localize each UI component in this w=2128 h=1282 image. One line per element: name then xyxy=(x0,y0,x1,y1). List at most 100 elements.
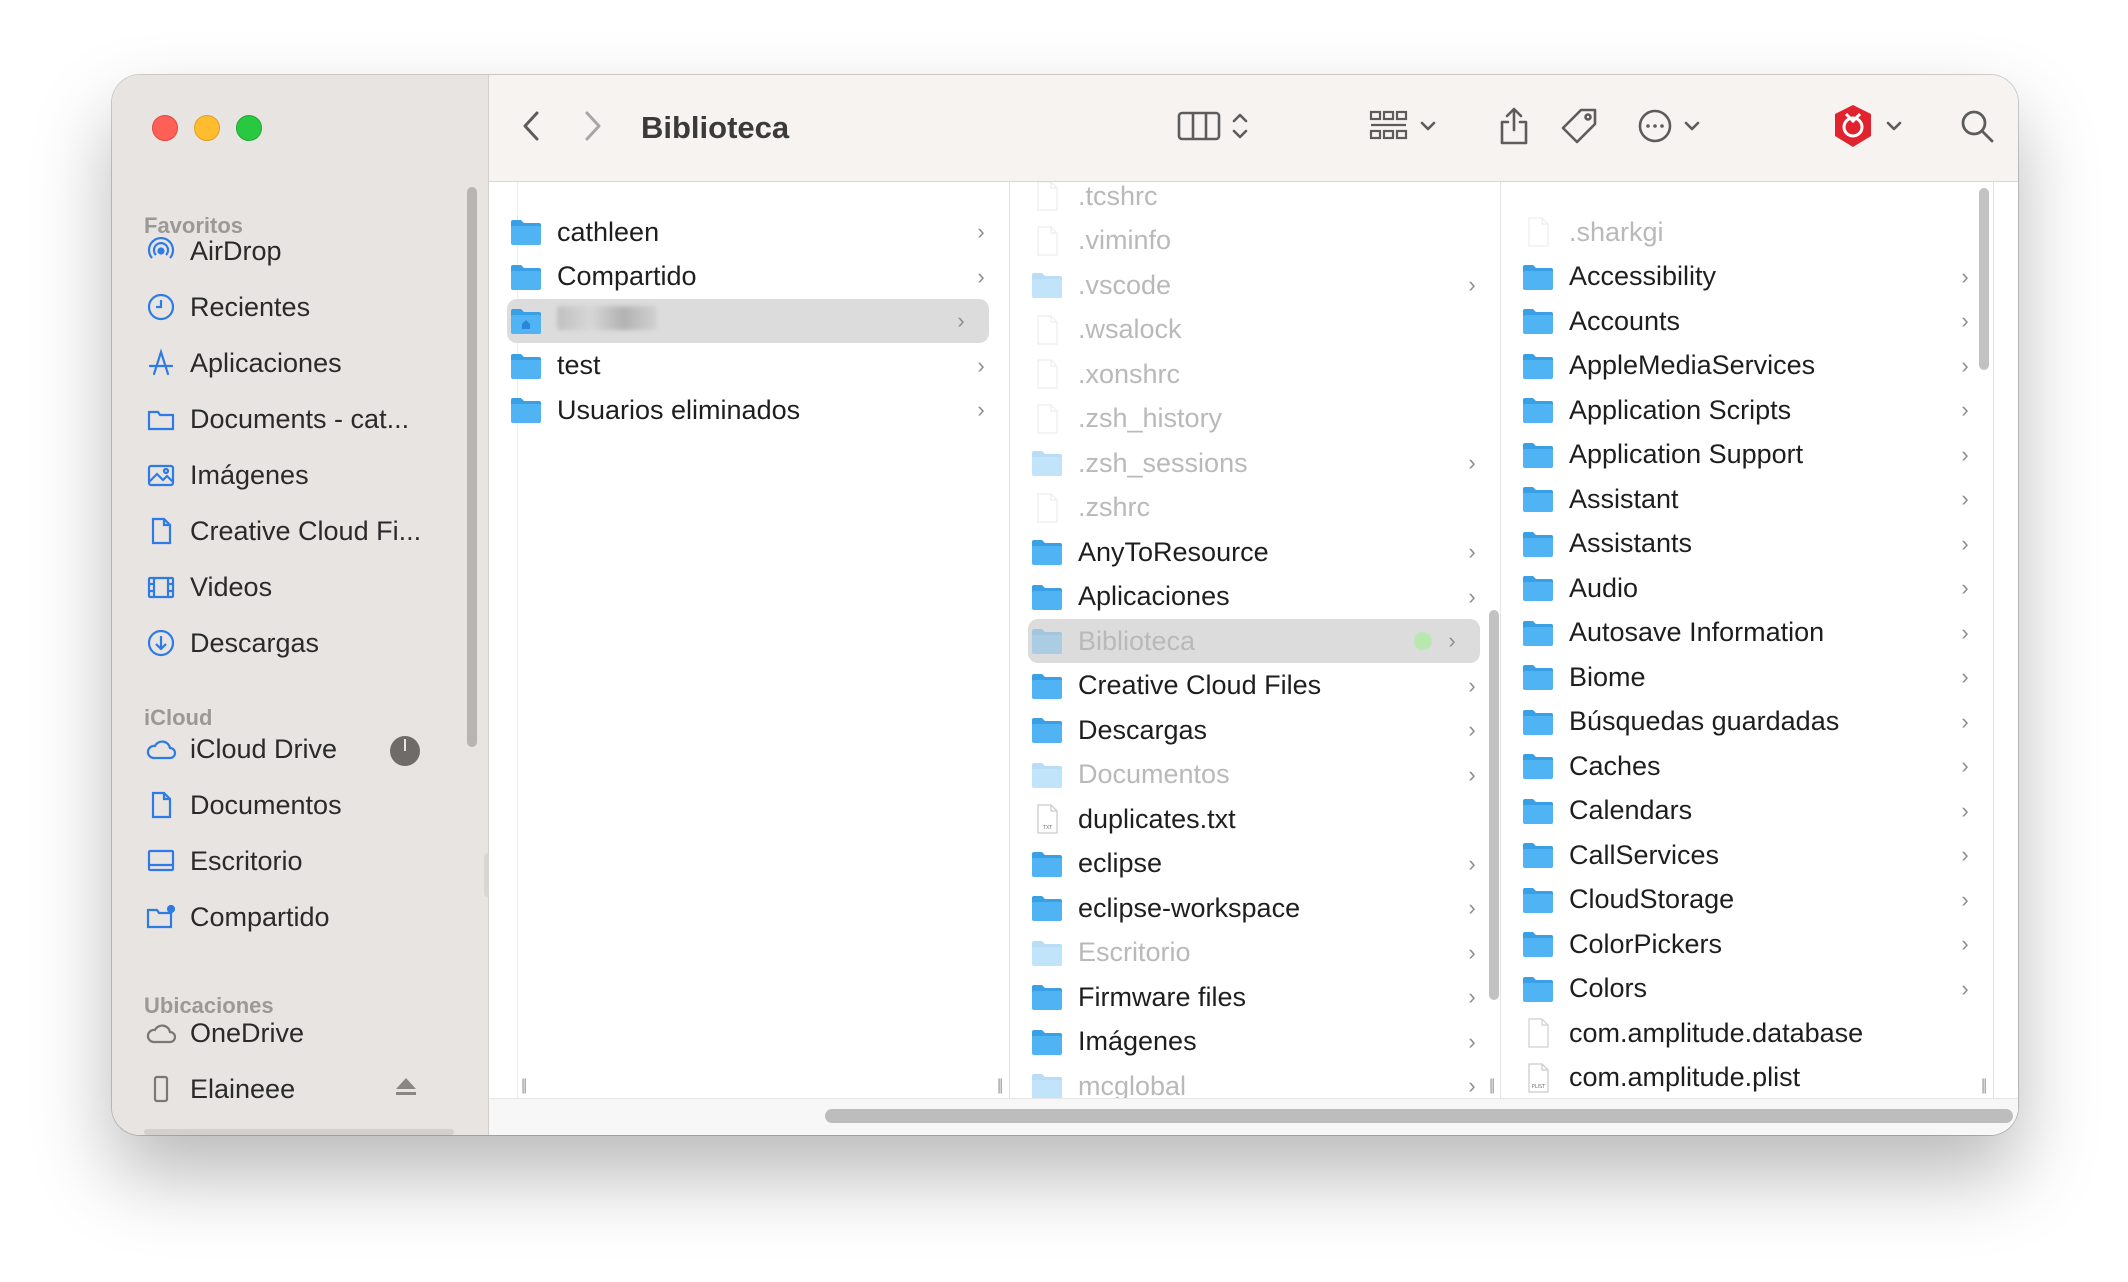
list-item[interactable]: AnyToResource › xyxy=(1010,530,1500,574)
list-item[interactable]: Accounts › xyxy=(1501,299,1993,343)
list-item[interactable]: Firmware files › xyxy=(1010,975,1500,1019)
chevron-right-icon: › xyxy=(1961,842,1969,867)
list-item[interactable]: Biome › xyxy=(1501,655,1993,699)
item-name: test xyxy=(557,350,601,380)
column-1: cathleen › Compartido › › test › Usuarios elimi… xyxy=(489,182,1010,1103)
sidebar-item-label: Videos xyxy=(190,571,273,602)
list-item[interactable]: Autosave Information › xyxy=(1501,611,1993,655)
chevron-right-icon: › xyxy=(977,352,985,378)
item-name: Calendars xyxy=(1569,795,1693,825)
forward-button[interactable] xyxy=(577,75,607,181)
folder-icon xyxy=(1521,707,1555,737)
list-item[interactable]: ColorPickers › xyxy=(1501,922,1993,966)
sidebar-item-imagenes[interactable]: Imágenes xyxy=(144,451,454,499)
file-icon xyxy=(1030,225,1064,256)
minimize-button[interactable] xyxy=(194,115,220,141)
list-item[interactable]: test › xyxy=(489,344,1009,388)
chevron-right-icon: › xyxy=(1468,895,1476,920)
sidebar-item-creative-cloud[interactable]: Creative Cloud Fi... xyxy=(144,507,454,555)
column-resize-handle[interactable]: || xyxy=(1489,1077,1495,1095)
list-item[interactable]: .vscode › xyxy=(1010,263,1500,307)
list-item[interactable]: Assistants › xyxy=(1501,522,1993,566)
list-item[interactable]: Colors › xyxy=(1501,967,1993,1011)
list-item[interactable]: .viminfo xyxy=(1010,219,1500,263)
folder-icon xyxy=(144,402,178,436)
sidebar-scrollbar[interactable] xyxy=(467,187,477,747)
sidebar-item-escritorio[interactable]: Escritorio xyxy=(144,837,454,885)
list-item[interactable]: .xonshrc xyxy=(1010,352,1500,396)
list-item[interactable]: › xyxy=(507,299,989,343)
list-item[interactable]: Compartido › xyxy=(489,255,1009,299)
sidebar-item-onedrive[interactable]: OneDrive xyxy=(144,1009,454,1057)
item-name: Aplicaciones xyxy=(1078,581,1230,611)
folder-icon xyxy=(509,351,543,381)
column-resize-handle[interactable]: || xyxy=(1981,1077,1987,1095)
list-item[interactable]: Application Scripts › xyxy=(1501,388,1993,432)
sidebar-item-videos[interactable]: Videos xyxy=(144,563,454,611)
more-actions-button[interactable] xyxy=(1637,75,1701,181)
sidebar-item-label: Documents - cat... xyxy=(190,403,410,434)
back-button[interactable] xyxy=(517,75,547,181)
column-resize-handle[interactable]: || xyxy=(997,1077,1003,1095)
list-item[interactable]: CallServices › xyxy=(1501,833,1993,877)
list-item[interactable]: eclipse-workspace › xyxy=(1010,886,1500,930)
sidebar-item-documentos[interactable]: Documentos xyxy=(144,781,454,829)
search-button[interactable] xyxy=(1959,75,1995,181)
list-item[interactable]: Assistant › xyxy=(1501,477,1993,521)
list-item[interactable]: .tcshrc xyxy=(1010,182,1500,218)
list-item[interactable]: AppleMediaServices › xyxy=(1501,344,1993,388)
horizontal-scrollbar[interactable] xyxy=(825,1109,2013,1123)
list-item[interactable]: Biblioteca › xyxy=(1028,619,1480,663)
group-button[interactable] xyxy=(1369,75,1437,181)
chevron-right-icon: › xyxy=(957,308,965,333)
list-item[interactable]: Application Support › xyxy=(1501,433,1993,477)
list-item[interactable]: .zsh_history xyxy=(1010,397,1500,441)
list-item[interactable]: Búsquedas guardadas › xyxy=(1501,700,1993,744)
folder-icon xyxy=(1521,885,1555,915)
list-item[interactable]: eclipse › xyxy=(1010,842,1500,886)
item-name: eclipse xyxy=(1078,848,1163,878)
list-item[interactable]: Audio › xyxy=(1501,566,1993,610)
cloud-icon xyxy=(144,1016,178,1050)
extension-button[interactable] xyxy=(1829,75,1903,181)
svg-text:PLIST: PLIST xyxy=(1532,1084,1546,1090)
list-item[interactable]: .zsh_sessions › xyxy=(1010,441,1500,485)
list-item[interactable]: Calendars › xyxy=(1501,789,1993,833)
sidebar-item-documents[interactable]: Documents - cat... xyxy=(144,395,454,443)
zoom-button[interactable] xyxy=(236,115,262,141)
list-item[interactable]: CloudStorage › xyxy=(1501,878,1993,922)
list-item[interactable]: PLIST com.amplitude.plist xyxy=(1501,1056,1993,1100)
column-2-scrollbar[interactable] xyxy=(1489,610,1499,1000)
list-item[interactable]: Creative Cloud Files › xyxy=(1010,664,1500,708)
item-name: Accounts xyxy=(1569,305,1681,336)
list-item[interactable]: Caches › xyxy=(1501,744,1993,788)
list-item[interactable]: Documentos › xyxy=(1010,753,1500,797)
share-button[interactable] xyxy=(1497,75,1531,181)
sidebar-item-recientes[interactable]: Recientes xyxy=(144,283,454,331)
sidebar-item-descargas[interactable]: Descargas xyxy=(144,619,454,667)
chevron-right-icon: › xyxy=(977,263,985,289)
list-item[interactable]: Escritorio › xyxy=(1010,931,1500,975)
tag-button[interactable] xyxy=(1559,75,1599,181)
eject-icon[interactable] xyxy=(394,1076,418,1103)
sidebar-item-airdrop[interactable]: AirDrop xyxy=(144,227,454,275)
list-item[interactable]: .wsalock xyxy=(1010,308,1500,352)
folder-icon xyxy=(1521,440,1555,470)
list-item[interactable]: Descargas › xyxy=(1010,708,1500,752)
column-3-scrollbar[interactable] xyxy=(1979,188,1989,370)
list-item[interactable]: Usuarios eliminados › xyxy=(489,388,1009,432)
list-item[interactable]: Accessibility › xyxy=(1501,255,1993,299)
list-item[interactable]: .sharkgi xyxy=(1501,210,1993,254)
list-item[interactable]: cathleen › xyxy=(489,210,1009,254)
view-options-button[interactable] xyxy=(1177,75,1249,181)
item-name: Colors xyxy=(1569,973,1648,1003)
column-resize-handle[interactable]: || xyxy=(521,1077,527,1095)
list-item[interactable]: TXT duplicates.txt xyxy=(1010,797,1500,841)
list-item[interactable]: .zshrc xyxy=(1010,486,1500,530)
close-button[interactable] xyxy=(152,115,178,141)
list-item[interactable]: com.amplitude.database xyxy=(1501,1011,1993,1055)
list-item[interactable]: Imágenes › xyxy=(1010,1020,1500,1064)
list-item[interactable]: Aplicaciones › xyxy=(1010,575,1500,619)
sidebar-item-compartido[interactable]: Compartido xyxy=(144,893,454,941)
sidebar-item-aplicaciones[interactable]: Aplicaciones xyxy=(144,339,454,387)
